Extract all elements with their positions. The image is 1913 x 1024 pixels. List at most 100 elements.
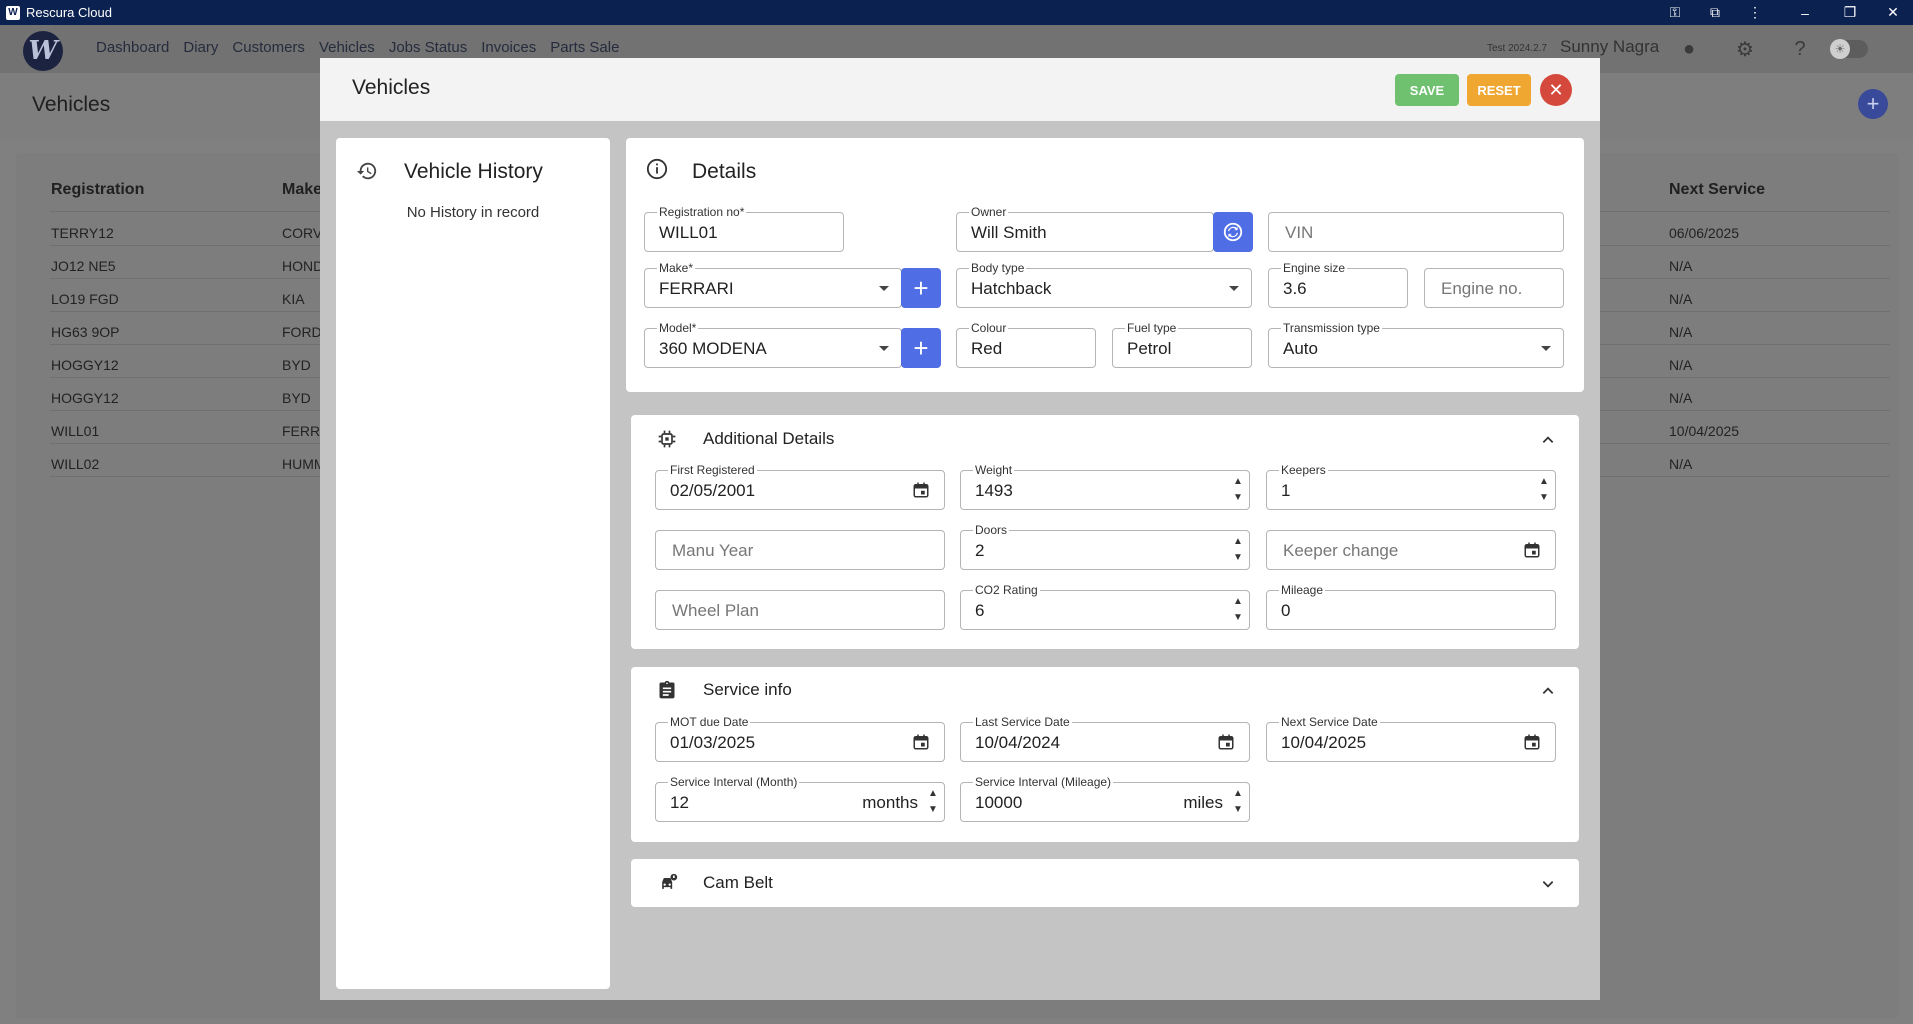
gear-icon[interactable]: ⚙ [1733,37,1757,61]
registration-field[interactable]: Registration no* WILL01 [644,205,844,252]
additional-details-panel: Additional Details First Registered 02/0… [631,415,1579,649]
mileage-field[interactable]: Mileage 0 [1266,583,1556,630]
colour-field[interactable]: Colour Red [956,321,1096,368]
field-label: Owner [969,205,1009,219]
history-icon [356,162,377,180]
vehicle-dialog: Vehicles SAVE RESET ✕ Vehicle History No… [320,58,1600,1000]
owner-field[interactable]: Owner Will Smith [956,205,1214,252]
brand-logo[interactable]: W [23,31,63,71]
field-label: First Registered [668,463,757,477]
field-value: Hatchback [971,279,1052,298]
field-placeholder: Manu Year [672,541,754,560]
restore-icon[interactable]: ❐ [1830,0,1870,25]
number-stepper[interactable]: ▲ ▼ [1233,594,1243,626]
cam-belt-panel[interactable]: Cam Belt [631,859,1579,907]
wheel-plan-field[interactable]: Wheel Plan [655,590,945,630]
key-icon[interactable]: ⚿ [1655,0,1695,25]
fuel-type-field[interactable]: Fuel type Petrol [1112,321,1252,368]
number-stepper[interactable]: ▲ ▼ [1233,786,1243,818]
field-label: MOT due Date [668,715,751,729]
add-vehicle-button[interactable]: + [1858,89,1888,119]
field-label: Transmission type [1281,321,1382,335]
theme-toggle[interactable]: ☀ [1830,39,1868,59]
field-value: FERRARI [659,279,734,298]
cell-make: CORV [282,225,323,241]
field-label: Service Interval (Month) [668,775,800,789]
save-button[interactable]: SAVE [1395,74,1459,106]
calendar-icon[interactable] [912,733,930,751]
next-service-date-field[interactable]: Next Service Date 10/04/2025 [1266,715,1556,762]
model-select[interactable]: Model* 360 MODENA [644,321,902,368]
col-next-service[interactable]: Next Service [1669,181,1765,199]
unit-label: miles [1183,793,1223,812]
last-service-date-field[interactable]: Last Service Date 10/04/2024 [960,715,1250,762]
manu-year-field[interactable]: Manu Year [655,530,945,570]
dropdown-arrow-icon [1541,346,1551,351]
collapse-icon[interactable] [1541,684,1555,698]
service-interval-month-field[interactable]: Service Interval (Month) 12 months ▲ ▼ [655,775,945,822]
calendar-icon[interactable] [1523,541,1541,559]
number-stepper[interactable]: ▲ ▼ [1539,474,1549,506]
number-stepper[interactable]: ▲ ▼ [1233,474,1243,506]
number-stepper[interactable]: ▲ ▼ [928,786,938,818]
service-interval-mileage-field[interactable]: Service Interval (Mileage) 10000 miles ▲… [960,775,1250,822]
co2-rating-field[interactable]: CO2 Rating 6 ▲ ▼ [960,583,1250,630]
keeper-change-field[interactable]: Keeper change [1266,530,1556,570]
body-type-select[interactable]: Body type Hatchback [956,261,1252,308]
add-model-button[interactable]: + [901,328,941,368]
field-value: 1 [1281,481,1291,500]
cell-make: HUMM [282,456,326,472]
field-placeholder: Wheel Plan [672,601,759,620]
info-icon [646,158,668,180]
dropdown-arrow-icon [1229,286,1239,291]
help-icon[interactable]: ? [1788,37,1812,61]
weight-field[interactable]: Weight 1493 ▲ ▼ [960,463,1250,510]
nav-jobs-status[interactable]: Jobs Status [389,39,467,56]
mot-due-date-field[interactable]: MOT due Date 01/03/2025 [655,715,945,762]
cell-next: 06/06/2025 [1669,225,1740,241]
col-registration[interactable]: Registration [51,181,144,199]
history-title: Vehicle History [404,160,543,183]
field-value: 6 [975,601,985,620]
col-make[interactable]: Make [282,181,322,199]
keepers-field[interactable]: Keepers 1 ▲ ▼ [1266,463,1556,510]
change-owner-button[interactable] [1213,212,1253,252]
expand-icon[interactable] [1541,877,1555,891]
calendar-icon[interactable] [912,481,930,499]
field-label: Weight [973,463,1015,477]
doors-field[interactable]: Doors 2 ▲ ▼ [960,523,1250,570]
more-menu-icon[interactable]: ⋮ [1735,0,1775,25]
window-close-icon[interactable]: ✕ [1873,0,1913,25]
details-title: Details [692,160,757,183]
field-value: 2 [975,541,985,560]
dialog-title: Vehicles [352,76,431,99]
nav-invoices[interactable]: Invoices [481,39,536,56]
extension-icon[interactable]: ⧉ [1695,0,1735,25]
transmission-select[interactable]: Transmission type Auto [1268,321,1564,368]
cell-reg: WILL02 [51,456,100,472]
account-icon[interactable]: ● [1677,37,1701,61]
nav-parts-sale[interactable]: Parts Sale [550,39,619,56]
field-label: Make* [657,261,696,275]
reset-button[interactable]: RESET [1467,74,1531,106]
calendar-icon[interactable] [1217,733,1235,751]
add-make-button[interactable]: + [901,268,941,308]
minimize-icon[interactable]: – [1785,0,1825,25]
make-select[interactable]: Make* FERRARI [644,261,902,308]
nav-diary[interactable]: Diary [183,39,218,56]
collapse-icon[interactable] [1541,433,1555,447]
calendar-icon[interactable] [1523,733,1541,751]
cell-make: KIA [282,291,305,307]
nav-dashboard[interactable]: Dashboard [96,39,169,56]
number-stepper[interactable]: ▲ ▼ [1233,534,1243,566]
nav-customers[interactable]: Customers [232,39,305,56]
engine-no-field[interactable]: Engine no. [1424,268,1564,308]
close-dialog-button[interactable]: ✕ [1540,74,1572,106]
vin-field[interactable]: VIN [1268,212,1564,252]
main-nav: Dashboard Diary Customers Vehicles Jobs … [96,39,633,56]
cell-next: N/A [1669,258,1693,274]
first-registered-field[interactable]: First Registered 02/05/2001 [655,463,945,510]
window-title: Rescura Cloud [26,5,112,20]
engine-size-field[interactable]: Engine size 3.6 [1268,261,1408,308]
nav-vehicles[interactable]: Vehicles [319,39,375,56]
